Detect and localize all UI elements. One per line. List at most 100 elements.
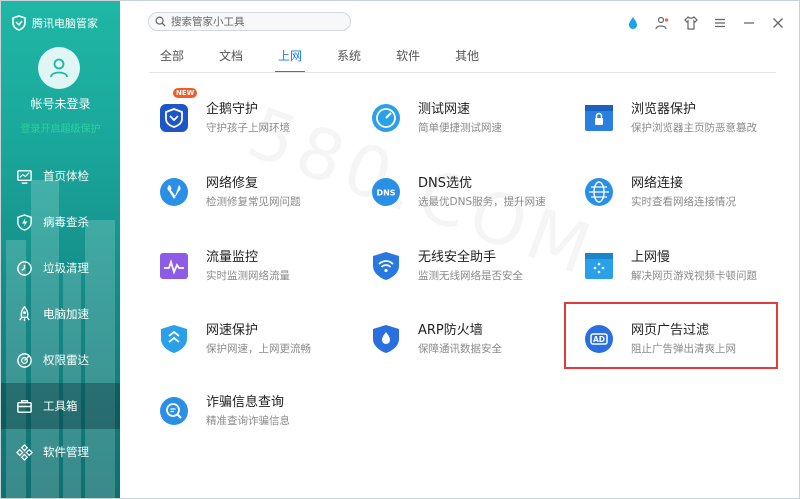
user-settings-icon[interactable] — [654, 15, 669, 30]
tool-title: 企鹅守护 — [206, 102, 259, 117]
tool-description: 实时查看网络连接情况 — [631, 196, 736, 208]
loading-window-icon — [585, 253, 613, 279]
tool-description: 解决网页游戏视频卡顿问题 — [631, 270, 757, 282]
tool-network-connections[interactable]: 网络连接 实时查看网络连接情况 — [576, 167, 786, 223]
tool-description: 实时监测网络流量 — [206, 270, 290, 282]
globe-icon — [585, 178, 613, 206]
tool-fraud-lookup[interactable]: 诈骗信息查询 精准查询诈骗信息 — [151, 386, 361, 442]
sidebar-item-label: 工具箱 — [43, 399, 78, 413]
tool-penguin-guard[interactable]: NEW 企鹅守护 守护孩子上网环境 — [151, 88, 361, 149]
sidebar-item-label: 首页体检 — [43, 169, 89, 183]
tool-arp-firewall[interactable]: ARP防火墙 保障通讯数据安全 — [363, 314, 573, 370]
tool-title: 上网慢 — [631, 250, 671, 265]
traffic-chart-icon — [160, 253, 188, 279]
tool-title: 网络修复 — [206, 176, 259, 191]
tool-network-repair[interactable]: 网络修复 检测修复常见网问题 — [151, 167, 361, 223]
tool-description: 守护孩子上网环境 — [206, 122, 290, 134]
tool-description: 检测修复常见网问题 — [206, 196, 301, 208]
tool-title: DNS选优 — [418, 176, 472, 191]
shield-logo-icon — [12, 15, 26, 31]
sidebar-item-virus-scan[interactable]: 病毒查杀 — [1, 199, 120, 245]
window-controls — [625, 15, 785, 30]
sidebar-item-speedup[interactable]: 电脑加速 — [1, 291, 120, 337]
radar-icon — [15, 351, 33, 369]
tab-internet[interactable]: 上网 — [269, 45, 311, 73]
sidebar-item-home-check[interactable]: 首页体检 — [1, 153, 120, 199]
sidebar-item-label: 权限雷达 — [43, 353, 89, 367]
tool-description: 选最优DNS服务，提升网速 — [418, 196, 546, 208]
sidebar: 腾讯电脑管家 帐号未登录 登录开启超级保护 首页体检 病毒查杀 垃圾清理 电脑加… — [1, 1, 120, 498]
tool-wifi-security[interactable]: 无线安全助手 监测无线网络是否安全 — [363, 241, 573, 297]
tool-title: 流量监控 — [206, 250, 259, 265]
speedometer-icon — [372, 104, 400, 132]
shield-bolt-icon — [15, 213, 33, 231]
search-box[interactable] — [148, 12, 351, 31]
sidebar-item-label: 病毒查杀 — [43, 215, 89, 229]
tool-slow-internet[interactable]: 上网慢 解决网页游戏视频卡顿问题 — [576, 241, 786, 297]
brand: 腾讯电脑管家 — [11, 15, 98, 31]
search-input[interactable] — [171, 15, 341, 28]
tool-description: 保障通讯数据安全 — [418, 343, 502, 355]
tool-speed-protection[interactable]: 网速保护 保护网速，上网更流畅 — [151, 314, 361, 370]
skin-shirt-icon[interactable] — [683, 15, 698, 30]
sidebar-item-junk-cleanup[interactable]: 垃圾清理 — [1, 245, 120, 291]
sidebar-item-toolbox[interactable]: 工具箱 — [1, 383, 120, 429]
new-badge: NEW — [173, 88, 198, 98]
brand-title: 腾讯电脑管家 — [32, 17, 98, 30]
fraud-search-icon — [160, 397, 188, 425]
tabs-divider — [149, 72, 776, 73]
tool-browser-protection[interactable]: 浏览器保护 保护浏览器主页防恶意篡改 — [576, 93, 786, 149]
dns-globe-icon: DNS — [372, 178, 400, 206]
sidebar-item-label: 垃圾清理 — [43, 261, 89, 275]
penguin-guard-icon — [160, 104, 188, 132]
minimize-icon[interactable] — [741, 15, 756, 30]
tool-title: 无线安全助手 — [418, 250, 497, 265]
tool-description: 保护网速，上网更流畅 — [206, 343, 311, 355]
tool-description: 保护浏览器主页防恶意篡改 — [631, 122, 757, 134]
toolbox-icon — [15, 397, 33, 415]
tool-description: 监测无线网络是否安全 — [418, 270, 523, 282]
wifi-shield-icon — [373, 252, 399, 280]
tool-speed-test[interactable]: 测试网速 简单便捷测试网速 — [363, 93, 573, 149]
avatar[interactable] — [38, 47, 80, 89]
tool-traffic-monitor[interactable]: 流量监控 实时监测网络流量 — [151, 241, 361, 297]
speed-shield-icon — [161, 325, 187, 353]
sidebar-nav: 首页体检 病毒查杀 垃圾清理 电脑加速 权限雷达 工具箱 软件管理 — [1, 153, 120, 475]
rocket-icon — [15, 305, 33, 323]
account-login-hint[interactable]: 登录开启超级保护 — [1, 120, 120, 135]
sidebar-item-software-manager[interactable]: 软件管理 — [1, 429, 120, 475]
tab-system[interactable]: 系统 — [328, 45, 370, 73]
close-icon[interactable] — [770, 15, 785, 30]
category-tabs: 全部 文档 上网 系统 软件 其他 — [151, 45, 505, 73]
tab-other[interactable]: 其他 — [446, 45, 488, 73]
svg-text:DNS: DNS — [376, 189, 395, 198]
tool-description: 简单便捷测试网速 — [418, 122, 502, 134]
tool-title: 测试网速 — [418, 102, 471, 117]
sidebar-item-label: 电脑加速 — [43, 307, 89, 321]
tool-title: 诈骗信息查询 — [206, 395, 285, 410]
arp-shield-icon — [373, 325, 399, 353]
browser-lock-icon — [585, 105, 613, 131]
tool-dns-optimize[interactable]: DNS DNS选优 选最优DNS服务，提升网速 — [363, 167, 573, 223]
app-window: 腾讯电脑管家 帐号未登录 登录开启超级保护 首页体检 病毒查杀 垃圾清理 电脑加… — [0, 0, 800, 499]
tool-title: 浏览器保护 — [631, 102, 697, 117]
account-name[interactable]: 帐号未登录 — [1, 95, 120, 112]
user-icon — [50, 58, 68, 78]
sidebar-item-label: 软件管理 — [43, 445, 89, 459]
tool-title: 网速保护 — [206, 323, 259, 338]
tab-all[interactable]: 全部 — [151, 45, 193, 73]
broom-icon — [15, 259, 33, 277]
apps-icon — [15, 443, 33, 461]
sidebar-item-permission-radar[interactable]: 权限雷达 — [1, 337, 120, 383]
search-icon — [155, 16, 166, 27]
tool-title: 网络连接 — [631, 176, 684, 191]
tab-software[interactable]: 软件 — [387, 45, 429, 73]
menu-icon[interactable] — [712, 15, 727, 30]
water-drop-icon[interactable] — [625, 15, 640, 30]
tool-title: ARP防火墙 — [418, 323, 483, 338]
tab-documents[interactable]: 文档 — [210, 45, 252, 73]
highlight-frame — [564, 302, 778, 369]
wrench-icon — [160, 178, 188, 206]
monitor-icon — [15, 167, 33, 185]
tool-description: 精准查询诈骗信息 — [206, 415, 290, 427]
